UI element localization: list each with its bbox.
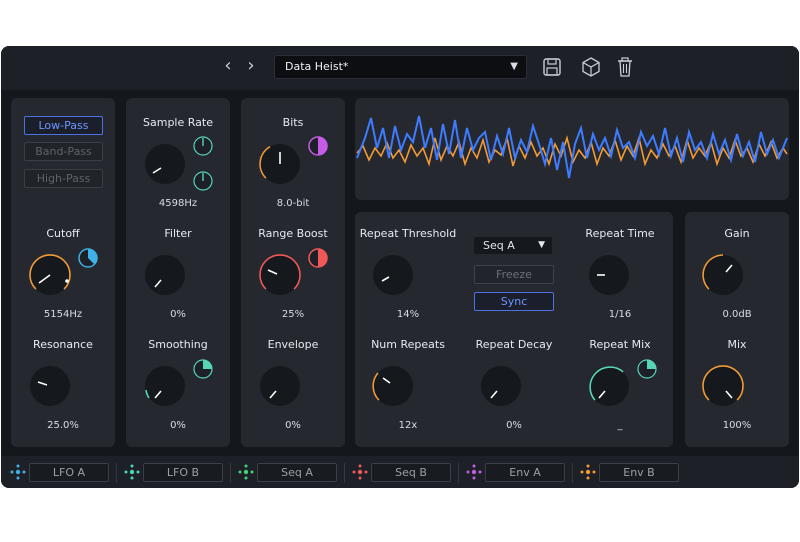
modulator-label: LFO B	[143, 463, 223, 482]
filter-type-high-pass[interactable]: High-Pass	[24, 169, 103, 188]
mix-value: 100%	[722, 420, 752, 431]
divider	[230, 463, 231, 483]
repeat-decay-label: Repeat Decay	[475, 338, 553, 351]
gain-value: 0.0dB	[722, 309, 752, 320]
cutoff-knob[interactable]	[27, 252, 73, 298]
repeat-source-value: Seq A	[483, 239, 515, 252]
envelope-knob[interactable]	[257, 363, 303, 409]
bits-value: 8.0-bit	[276, 198, 310, 209]
modulator-label: Env A	[485, 463, 565, 482]
drag-handle-icon[interactable]	[124, 464, 140, 480]
envelope-value: 0%	[285, 420, 301, 431]
waveform-panel	[355, 98, 789, 200]
gain-knob[interactable]	[700, 252, 746, 298]
top-bar: ‹ › Data Heist* ▼	[1, 46, 799, 90]
waveform-display	[356, 115, 788, 179]
modulator-lfo-a[interactable]: LFO A	[10, 463, 110, 482]
sample-rate-mod-2[interactable]	[192, 170, 214, 192]
filter-type-band-pass[interactable]: Band-Pass	[24, 142, 103, 161]
trash-icon[interactable]	[615, 56, 635, 78]
resonance-knob[interactable]	[27, 363, 73, 409]
mix-knob[interactable]	[700, 363, 746, 409]
divider	[344, 463, 345, 483]
range-boost-knob[interactable]	[257, 252, 303, 298]
filter-amount-label: Filter	[164, 227, 192, 240]
modulator-seq-b[interactable]: Seq B	[352, 463, 452, 482]
sample-rate-mod-1[interactable]	[192, 135, 214, 157]
freeze-button[interactable]: Freeze	[474, 265, 554, 284]
smoothing-mod-indicator[interactable]	[192, 358, 214, 380]
sample-rate-label: Sample Rate	[143, 116, 213, 129]
plugin-window: ‹ › Data Heist* ▼ Low-Pass Band-Pass Hig…	[1, 46, 799, 488]
repeat-threshold-label: Repeat Threshold	[359, 227, 457, 240]
range-boost-value: 25%	[281, 309, 305, 320]
num-repeats-label: Num Repeats	[371, 338, 445, 351]
modulator-lfo-b[interactable]: LFO B	[124, 463, 224, 482]
smoothing-label: Smoothing	[148, 338, 208, 351]
repeat-mix-knob[interactable]	[586, 363, 632, 409]
num-repeats-knob[interactable]	[370, 363, 416, 409]
smoothing-value: 0%	[170, 420, 186, 431]
preset-selector[interactable]: Data Heist* ▼	[274, 55, 527, 79]
repeat-source-select[interactable]: Seq A ▼	[474, 237, 552, 254]
filter-type-low-pass[interactable]: Low-Pass	[24, 116, 103, 135]
resonance-label: Resonance	[33, 338, 93, 351]
modulator-label: LFO A	[29, 463, 109, 482]
sample-rate-knob[interactable]	[142, 141, 188, 187]
chevron-right-icon[interactable]: ›	[243, 56, 259, 76]
modulator-label: Env B	[599, 463, 679, 482]
cutoff-value: 5154Hz	[43, 309, 83, 320]
repeat-mix-mod-indicator[interactable]	[636, 358, 658, 380]
bits-mod-indicator[interactable]	[307, 135, 329, 157]
modulator-seq-a[interactable]: Seq A	[238, 463, 338, 482]
chevron-left-icon[interactable]: ‹	[220, 56, 236, 76]
bits-label: Bits	[282, 116, 304, 129]
divider	[572, 463, 573, 483]
drag-handle-icon[interactable]	[466, 464, 482, 480]
chevron-down-icon: ▼	[538, 240, 545, 250]
gain-label: Gain	[724, 227, 750, 240]
repeat-time-value: 1/16	[608, 309, 632, 320]
repeat-decay-value: 0%	[506, 420, 522, 431]
divider	[116, 463, 117, 483]
modulator-label: Seq A	[257, 463, 337, 482]
resonance-value: 25.0%	[47, 420, 79, 431]
cutoff-label: Cutoff	[46, 227, 80, 240]
range-boost-mod-indicator[interactable]	[307, 247, 329, 269]
smoothing-knob[interactable]	[142, 363, 188, 409]
repeat-threshold-knob[interactable]	[370, 252, 416, 298]
num-repeats-value: 12x	[398, 420, 418, 431]
waveform-blue	[356, 115, 788, 179]
bits-knob[interactable]	[257, 141, 303, 187]
divider	[458, 463, 459, 483]
modulator-label: Seq B	[371, 463, 451, 482]
repeat-threshold-value: 14%	[396, 309, 420, 320]
drag-handle-icon[interactable]	[238, 464, 254, 480]
modulator-env-b[interactable]: Env B	[580, 463, 680, 482]
mix-label: Mix	[727, 338, 747, 351]
filter-amount-value: 0%	[170, 309, 186, 320]
envelope-label: Envelope	[267, 338, 319, 351]
drag-handle-icon[interactable]	[580, 464, 596, 480]
repeat-time-knob[interactable]	[586, 252, 632, 298]
repeat-mix-value: _	[617, 420, 623, 431]
save-icon[interactable]	[542, 56, 562, 78]
modulator-env-a[interactable]: Env A	[466, 463, 566, 482]
drag-handle-icon[interactable]	[10, 464, 26, 480]
repeat-mix-label: Repeat Mix	[589, 338, 651, 351]
preset-name: Data Heist*	[285, 60, 349, 73]
chevron-down-icon: ▼	[510, 61, 518, 72]
range-boost-label: Range Boost	[258, 227, 328, 240]
filter-amount-knob[interactable]	[142, 252, 188, 298]
output-panel: Gain 0.0dB Mix 100%	[685, 212, 789, 447]
dice-icon[interactable]	[581, 56, 601, 78]
modulator-bar: LFO A LFO B Seq A Seq B Env A Env B	[1, 456, 799, 488]
drag-handle-icon[interactable]	[352, 464, 368, 480]
cutoff-mod-indicator[interactable]	[77, 247, 99, 269]
repeat-time-label: Repeat Time	[585, 227, 655, 240]
sync-button[interactable]: Sync	[474, 292, 554, 311]
repeat-decay-knob[interactable]	[478, 363, 524, 409]
sample-rate-value: 4598Hz	[158, 198, 198, 209]
